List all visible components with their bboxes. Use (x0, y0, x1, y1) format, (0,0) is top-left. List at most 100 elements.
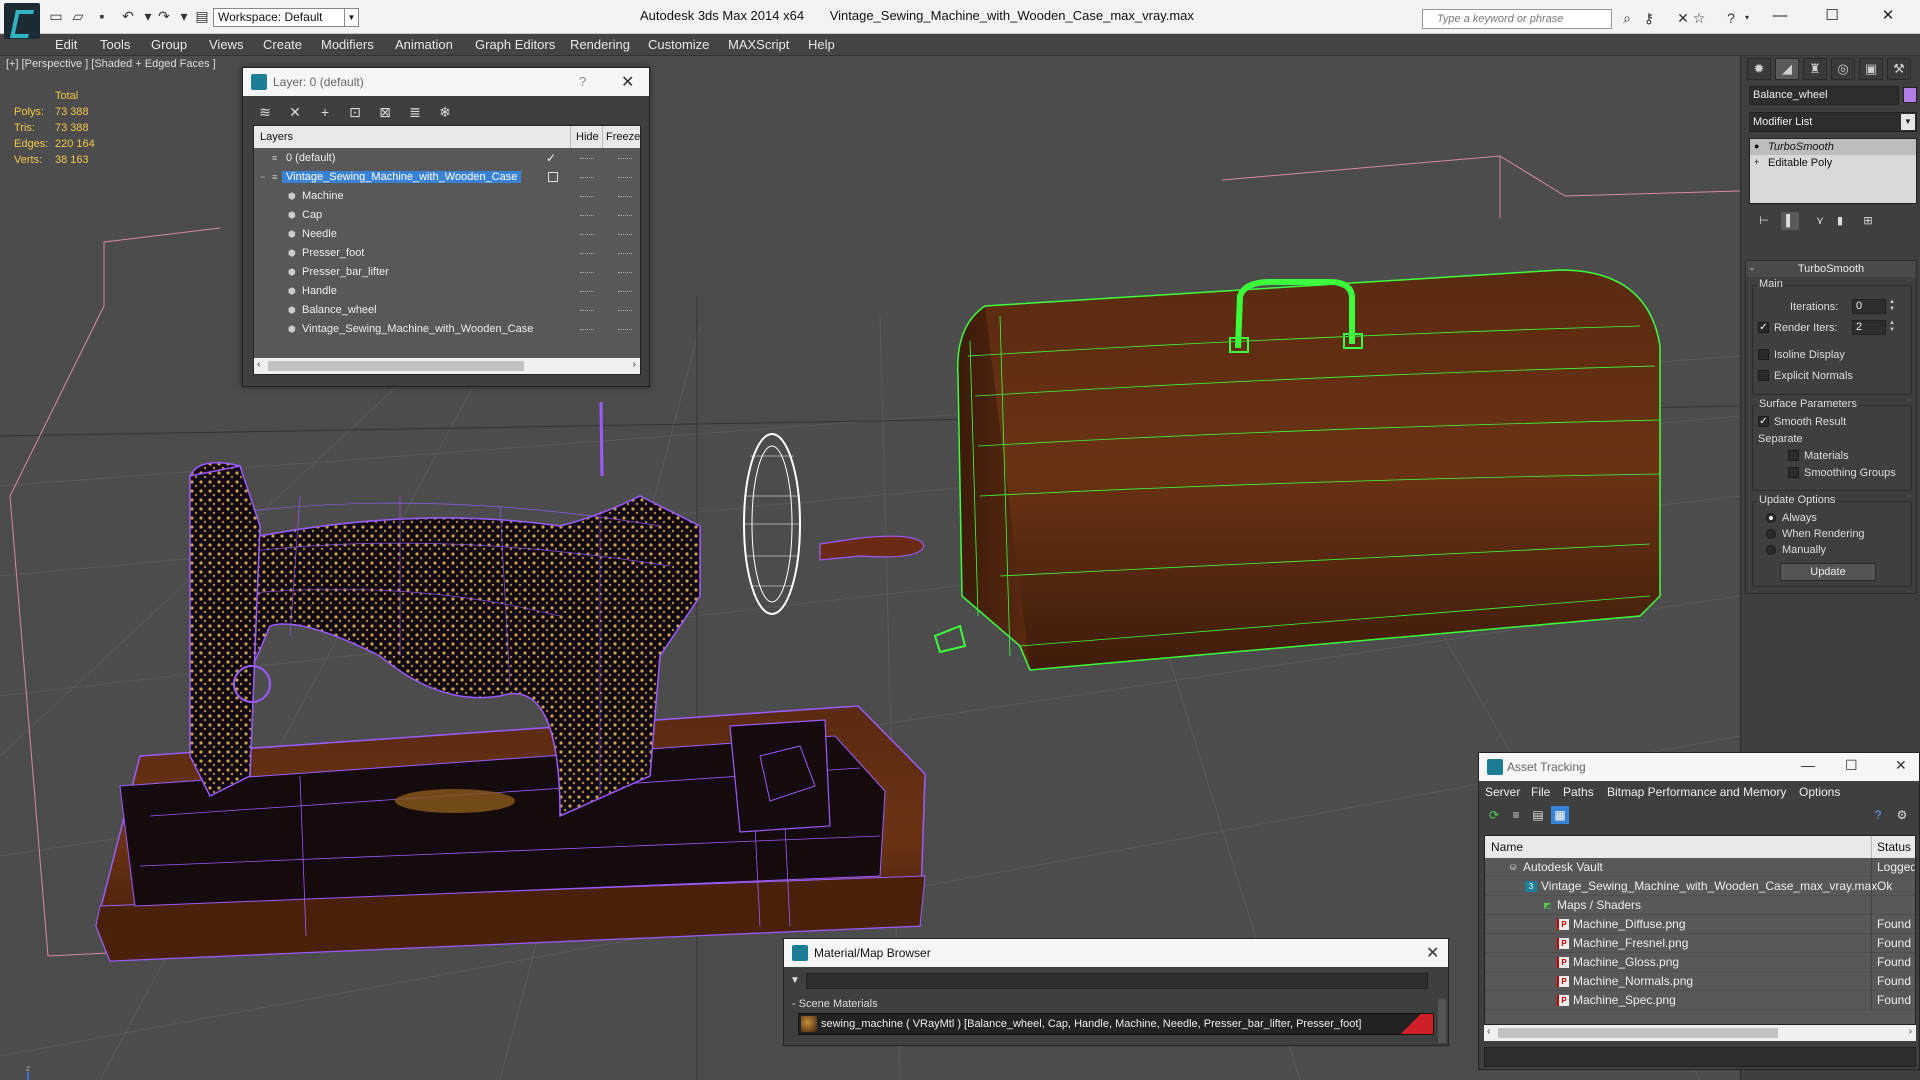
layer-row[interactable]: ⬢ Cap (254, 206, 640, 225)
open-file-icon[interactable]: ▱ (70, 8, 86, 24)
hide-all-icon[interactable]: ≣ (405, 102, 425, 122)
asset-row[interactable]: ◩ Maps / Shaders (1485, 896, 1915, 915)
layer-dialog-titlebar[interactable]: Layer: 0 (default) ? ✕ (243, 68, 649, 96)
layers-column-header[interactable]: Layers (260, 131, 293, 143)
favorites-star-icon[interactable]: ☆ (1690, 9, 1708, 27)
layer-row[interactable]: ≡ 0 (default) ✓ (254, 149, 640, 168)
menu-tools[interactable]: Tools (100, 37, 130, 52)
freeze-toggle[interactable] (618, 253, 632, 255)
isoline-display-checkbox[interactable] (1758, 349, 1769, 360)
redo-dropdown-icon[interactable]: ▾ (176, 8, 192, 24)
workspace-dropdown[interactable]: Workspace: Default ▼ (213, 8, 359, 27)
modifier-list-dropdown[interactable]: Modifier List ▼ (1749, 112, 1917, 132)
close-icon[interactable]: ✕ (621, 72, 634, 92)
iterations-spinner-arrows-icon[interactable]: ▲ ▼ (1888, 299, 1896, 314)
display-tab-icon[interactable]: ▣ (1859, 58, 1883, 80)
scrollbar-thumb[interactable] (1498, 1028, 1778, 1038)
hide-toggle[interactable] (580, 215, 594, 217)
select-objects-icon[interactable]: ⊡ (345, 102, 365, 122)
horizontal-scrollbar[interactable]: ‹ › (1484, 1025, 1916, 1041)
freeze-toggle[interactable] (618, 272, 632, 274)
menu-group[interactable]: Group (151, 37, 187, 52)
layer-row[interactable]: ⬢ Handle (254, 282, 640, 301)
freeze-toggle[interactable] (618, 234, 632, 236)
help-icon[interactable]: ? (1869, 806, 1887, 824)
tree-view-icon[interactable]: ▤ (1529, 806, 1547, 824)
when-rendering-radio[interactable] (1766, 529, 1776, 539)
help-button[interactable]: ? (579, 74, 586, 89)
freeze-toggle[interactable] (618, 215, 632, 217)
asset-row[interactable]: P Machine_Spec.png Found (1485, 991, 1915, 1010)
menu-edit[interactable]: Edit (55, 37, 77, 52)
menu-help[interactable]: Help (808, 37, 835, 52)
freeze-toggle[interactable] (618, 310, 632, 312)
table-view-icon[interactable]: ▦ (1551, 806, 1569, 824)
smooth-result-checkbox[interactable]: ✓ (1758, 416, 1769, 427)
motion-tab-icon[interactable]: ◎ (1831, 58, 1855, 80)
menu-create[interactable]: Create (263, 37, 302, 52)
scroll-right-icon[interactable]: › (1909, 1026, 1912, 1037)
collapse-icon[interactable]: − (260, 172, 270, 182)
rollout-header[interactable]: - TurboSmooth (1746, 261, 1916, 277)
menu-animation[interactable]: Animation (395, 37, 453, 52)
scroll-right-icon[interactable]: › (633, 359, 636, 370)
manually-radio[interactable] (1766, 545, 1776, 555)
explicit-normals-checkbox[interactable] (1758, 370, 1769, 381)
stack-item-editable-poly[interactable]: + Editable Poly (1750, 155, 1916, 171)
scroll-left-icon[interactable]: ‹ (257, 359, 260, 370)
materials-checkbox[interactable] (1788, 450, 1799, 461)
material-entry[interactable]: sewing_machine ( VRayMtl ) [Balance_whee… (798, 1013, 1434, 1035)
horizontal-scrollbar[interactable]: ‹ › (254, 358, 640, 374)
vault-settings-icon[interactable]: ⚙ (1893, 806, 1911, 824)
new-file-icon[interactable]: ▭ (48, 8, 64, 24)
modify-tab-icon[interactable]: ◢ (1775, 58, 1799, 80)
hide-column-header[interactable]: Hide (576, 131, 599, 143)
material-search-input[interactable] (806, 973, 1428, 989)
hide-toggle[interactable] (580, 253, 594, 255)
freeze-toggle[interactable] (618, 177, 632, 179)
object-name-field[interactable]: Balance_wheel (1749, 86, 1899, 105)
status-column-header[interactable]: Status (1877, 840, 1911, 854)
project-folder-icon[interactable]: ▤ (194, 8, 210, 24)
hierarchy-tab-icon[interactable]: ♜ (1803, 58, 1827, 80)
menu-server[interactable]: Server (1485, 785, 1520, 799)
binoculars-icon[interactable]: ⌕ (1618, 9, 1636, 27)
vertical-scrollbar[interactable] (1438, 999, 1446, 1043)
hide-toggle[interactable] (580, 291, 594, 293)
subscription-icon[interactable]: ⚷ (1640, 9, 1658, 27)
layer-row[interactable]: ⬢ Machine (254, 187, 640, 206)
app-menu-button[interactable] (4, 3, 40, 39)
hide-toggle[interactable] (580, 329, 594, 331)
make-unique-icon[interactable]: ⋎ (1811, 212, 1829, 230)
highlight-selected-icon[interactable]: ⊠ (375, 102, 395, 122)
add-to-layer-icon[interactable]: + (315, 102, 335, 122)
close-icon[interactable]: ✕ (1426, 943, 1439, 963)
show-end-result-icon[interactable]: ▌ (1781, 212, 1799, 230)
create-tab-icon[interactable]: ✹ (1747, 58, 1771, 80)
always-radio[interactable] (1766, 513, 1776, 523)
minimize-button[interactable]: — (1760, 5, 1800, 27)
maximize-button[interactable]: ☐ (1845, 757, 1858, 774)
close-button[interactable]: ✕ (1868, 5, 1908, 27)
viewport-label[interactable]: [+] [Perspective ] [Shaded + Edged Faces… (6, 58, 216, 70)
smoothing-groups-checkbox[interactable] (1788, 467, 1799, 478)
asset-path-field[interactable] (1484, 1047, 1916, 1067)
hide-toggle[interactable] (580, 196, 594, 198)
freeze-toggle[interactable] (618, 196, 632, 198)
freeze-toggle[interactable] (618, 291, 632, 293)
set-current-box[interactable] (548, 172, 558, 182)
new-layer-icon[interactable]: ≋ (255, 102, 275, 122)
menu-maxscript[interactable]: MAXScript (728, 37, 789, 52)
asset-row[interactable]: P Machine_Diffuse.png Found (1485, 915, 1915, 934)
layer-row[interactable]: ⬢ Needle (254, 225, 640, 244)
undo-icon[interactable]: ↶ (120, 8, 136, 24)
menu-views[interactable]: Views (209, 37, 243, 52)
scroll-left-icon[interactable]: ‹ (1487, 1026, 1490, 1037)
options-dropdown-icon[interactable]: ▼ (790, 975, 800, 986)
menu-customize[interactable]: Customize (648, 37, 709, 52)
hide-toggle[interactable] (580, 158, 594, 160)
menu-modifiers[interactable]: Modifiers (321, 37, 374, 52)
material-browser-titlebar[interactable]: Material/Map Browser ✕ (784, 939, 1448, 967)
close-icon[interactable]: ✕ (1895, 757, 1907, 774)
menu-graph-editors[interactable]: Graph Editors (475, 37, 555, 52)
